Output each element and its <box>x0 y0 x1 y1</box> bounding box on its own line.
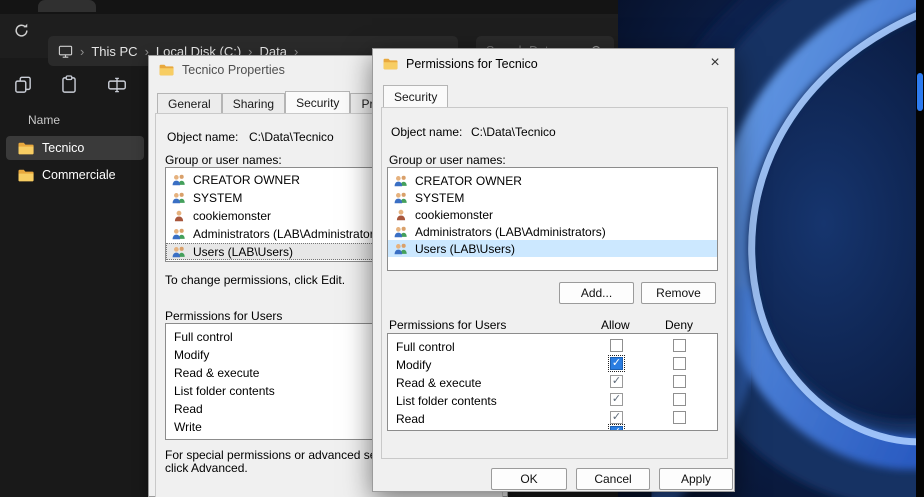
deny-checkbox-read[interactable] <box>673 411 686 424</box>
group-item[interactable]: Administrators (LAB\Administrators) <box>388 223 717 240</box>
object-name-value: C:\Data\Tecnico <box>249 130 334 144</box>
rename-icon[interactable] <box>106 74 128 96</box>
users-group-icon <box>393 242 409 255</box>
remove-button[interactable]: Remove <box>641 282 716 304</box>
allow-checkbox-list-folder[interactable] <box>610 393 623 406</box>
allow-checkbox-modify[interactable] <box>610 357 623 370</box>
deny-checkbox-list-folder[interactable] <box>673 393 686 406</box>
permissions-list: Full control Modify Read & execute List … <box>387 333 718 431</box>
folder-name: Commerciale <box>42 168 116 182</box>
folder-icon <box>18 142 34 155</box>
permission-item[interactable]: Modify <box>174 348 209 362</box>
deny-checkbox-modify[interactable] <box>673 357 686 370</box>
allow-checkbox-full-control[interactable] <box>610 339 623 352</box>
permission-item[interactable]: Write <box>174 420 202 434</box>
permissions-dialog: Permissions for Tecnico × Security Objec… <box>372 48 735 492</box>
tab-security[interactable]: Security <box>285 91 350 113</box>
deny-checkbox-full-control[interactable] <box>673 339 686 352</box>
permission-item[interactable]: Full control <box>396 340 455 354</box>
group-list-label: Group or user names: <box>389 153 506 167</box>
advanced-hint-line2: click Advanced. <box>165 461 248 475</box>
folder-icon <box>18 169 34 182</box>
users-group-icon <box>171 173 187 186</box>
deny-header: Deny <box>665 318 693 332</box>
tab-sharing[interactable]: Sharing <box>222 93 285 113</box>
users-group-icon <box>171 245 187 258</box>
permission-item[interactable]: List folder contents <box>174 384 275 398</box>
apply-button[interactable]: Apply <box>659 468 733 490</box>
permissions-tabs: Security <box>383 87 448 107</box>
chevron-right-icon: › <box>80 44 84 59</box>
breadcrumb-this-pc[interactable]: This PC <box>91 44 137 59</box>
permission-item[interactable]: Read <box>174 402 203 416</box>
group-item-selected[interactable]: Users (LAB\Users) <box>388 240 717 257</box>
folder-name: Tecnico <box>42 141 84 155</box>
users-group-icon <box>171 191 187 204</box>
wallpaper-accent <box>917 73 923 111</box>
group-item[interactable]: cookiemonster <box>388 206 717 223</box>
screen: › This PC › Local Disk (C:) › Data › <box>0 0 924 497</box>
folder-icon <box>159 64 174 76</box>
folder-row-tecnico[interactable]: Tecnico <box>6 136 144 160</box>
folder-icon <box>383 58 398 70</box>
allow-checkbox-read[interactable] <box>610 411 623 424</box>
column-header-name[interactable]: Name <box>28 113 60 127</box>
ok-button[interactable]: OK <box>491 468 567 490</box>
object-name-label: Object name: <box>391 125 462 139</box>
users-group-icon <box>393 225 409 238</box>
permission-item[interactable]: Modify <box>396 358 431 372</box>
dialog-title: Permissions for Tecnico <box>406 57 538 71</box>
cancel-button[interactable]: Cancel <box>576 468 650 490</box>
explorer-tab[interactable] <box>38 0 96 12</box>
permissions-label: Permissions for Users <box>165 309 282 323</box>
permission-item[interactable]: Read & execute <box>396 376 481 390</box>
edit-hint: To change permissions, click Edit. <box>165 273 345 287</box>
allow-checkbox-read-execute[interactable] <box>610 375 623 388</box>
add-button[interactable]: Add... <box>559 282 634 304</box>
dialog-title: Tecnico Properties <box>182 63 285 77</box>
folder-row-commerciale[interactable]: Commerciale <box>6 163 144 187</box>
group-item[interactable]: CREATOR OWNER <box>388 172 717 189</box>
explorer-tab-strip <box>0 0 618 14</box>
paste-icon[interactable] <box>58 74 80 96</box>
permission-item[interactable]: Full control <box>174 330 233 344</box>
allow-checkbox-partial[interactable] <box>610 426 623 431</box>
allow-header: Allow <box>601 318 630 332</box>
permission-item[interactable]: Read & execute <box>174 366 259 380</box>
group-item[interactable]: SYSTEM <box>388 189 717 206</box>
advanced-hint-line1: For special permissions or advanced sett… <box>165 448 399 462</box>
users-group-icon <box>393 174 409 187</box>
permission-item[interactable]: Read <box>396 412 425 426</box>
group-list: CREATOR OWNER SYSTEM cookiemonster Admin… <box>387 167 718 271</box>
permissions-label: Permissions for Users <box>389 318 506 332</box>
this-pc-icon <box>58 44 73 59</box>
refresh-icon[interactable] <box>13 22 30 39</box>
user-icon <box>171 209 187 222</box>
object-name-value: C:\Data\Tecnico <box>471 125 556 139</box>
group-list-label: Group or user names: <box>165 153 282 167</box>
deny-checkbox-read-execute[interactable] <box>673 375 686 388</box>
users-group-icon <box>171 227 187 240</box>
object-name-label: Object name: <box>167 130 238 144</box>
permissions-title-bar[interactable]: Permissions for Tecnico <box>373 49 734 79</box>
permission-item[interactable]: List folder contents <box>396 394 497 408</box>
copy-icon[interactable] <box>12 74 34 96</box>
close-icon[interactable]: × <box>700 53 730 75</box>
user-icon <box>393 208 409 221</box>
users-group-icon <box>393 191 409 204</box>
tab-security[interactable]: Security <box>383 85 448 107</box>
tab-general[interactable]: General <box>157 93 222 113</box>
